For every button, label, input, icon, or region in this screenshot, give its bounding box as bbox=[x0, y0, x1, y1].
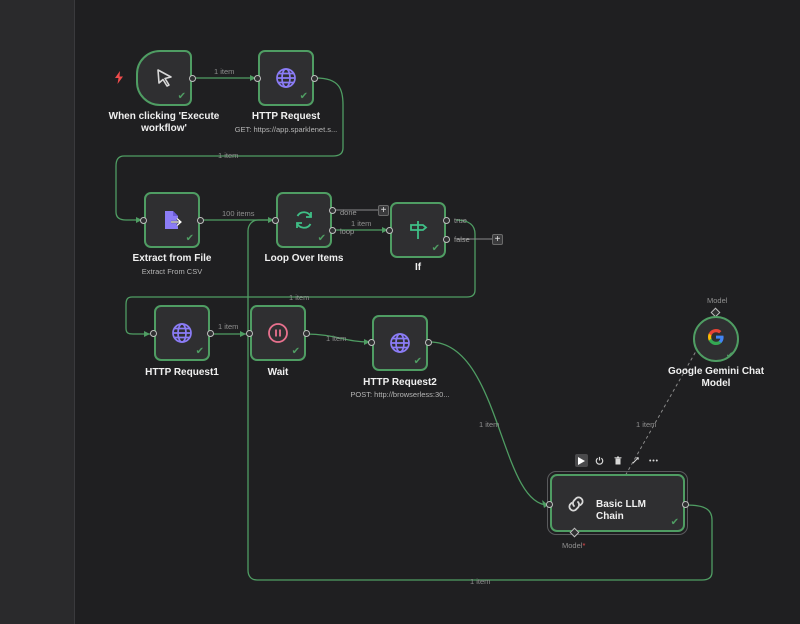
port-out[interactable] bbox=[189, 75, 196, 82]
edge-label: 1 item bbox=[218, 322, 239, 331]
port-label-model: Model bbox=[707, 296, 728, 305]
success-check-icon: ✔ bbox=[431, 243, 440, 254]
output-label-false: false bbox=[454, 235, 470, 244]
edge-label: 100 items bbox=[222, 209, 255, 218]
success-check-icon: ✔ bbox=[291, 346, 300, 357]
port-out[interactable] bbox=[682, 501, 689, 508]
node-subtitle: GET: https://app.sparklenet.s... bbox=[234, 125, 338, 134]
lightning-icon bbox=[114, 71, 124, 89]
port-out-loop[interactable] bbox=[329, 227, 336, 234]
node-title: HTTP Request1 bbox=[145, 367, 219, 378]
power-icon[interactable] bbox=[593, 454, 606, 467]
port-out[interactable] bbox=[197, 217, 204, 224]
edge-label: 1 item bbox=[289, 293, 310, 302]
node-if[interactable]: ✔ bbox=[390, 202, 446, 258]
node-title: Google Gemini Chat Model bbox=[667, 366, 765, 389]
sticky-note-icon[interactable] bbox=[629, 454, 642, 467]
port-in[interactable] bbox=[246, 330, 253, 337]
success-check-icon: ✔ bbox=[413, 356, 422, 367]
edge-label: 1 item bbox=[214, 67, 235, 76]
node-extract-from-file[interactable]: ✔ bbox=[144, 192, 200, 248]
port-in[interactable] bbox=[386, 227, 393, 234]
node-http-request1[interactable]: ✔ bbox=[154, 305, 210, 361]
port-out-true[interactable] bbox=[443, 217, 450, 224]
node-toolbar bbox=[575, 454, 660, 467]
node-basic-llm-chain[interactable]: Basic LLM Chain ✔ bbox=[550, 474, 685, 532]
success-check-icon: ✔ bbox=[726, 350, 734, 360]
success-check-icon: ✔ bbox=[299, 91, 308, 102]
node-title: Basic LLM Chain bbox=[596, 499, 647, 522]
google-logo-icon bbox=[706, 327, 726, 352]
output-label-true: true bbox=[454, 216, 467, 225]
link-icon bbox=[564, 492, 588, 521]
port-in[interactable] bbox=[150, 330, 157, 337]
node-title: Loop Over Items bbox=[264, 253, 344, 264]
output-label-loop: loop bbox=[340, 227, 355, 236]
edge-label: 1 item bbox=[218, 151, 239, 160]
node-title: When clicking 'Execute workflow' bbox=[108, 111, 220, 134]
port-in[interactable] bbox=[546, 501, 553, 508]
edge-label: 1 item bbox=[636, 420, 657, 429]
port-label-model: Model* bbox=[562, 541, 586, 550]
node-http-request2[interactable]: ✔ bbox=[372, 315, 428, 371]
trash-icon[interactable] bbox=[611, 454, 624, 467]
add-node-button[interactable]: + bbox=[378, 205, 389, 216]
port-out-done[interactable] bbox=[329, 207, 336, 214]
edge-label: 1 item bbox=[470, 577, 491, 586]
play-icon[interactable] bbox=[575, 454, 588, 467]
node-title: HTTP Request bbox=[251, 111, 321, 122]
port-in[interactable] bbox=[140, 217, 147, 224]
node-http-request[interactable]: ✔ bbox=[258, 50, 314, 106]
edge-label: 1 item bbox=[326, 334, 347, 343]
node-title: Wait bbox=[267, 367, 289, 378]
success-check-icon: ✔ bbox=[185, 233, 194, 244]
node-title: Extract from File bbox=[132, 253, 212, 264]
port-out-false[interactable] bbox=[443, 236, 450, 243]
success-check-icon: ✔ bbox=[670, 517, 679, 528]
node-title: If bbox=[414, 262, 422, 273]
node-loop-over-items[interactable]: ✔ bbox=[276, 192, 332, 248]
node-title: HTTP Request2 bbox=[363, 377, 437, 388]
success-check-icon: ✔ bbox=[317, 233, 326, 244]
more-icon[interactable] bbox=[647, 454, 660, 467]
port-out[interactable] bbox=[303, 330, 310, 337]
node-manual-trigger[interactable]: ✔ bbox=[136, 50, 192, 106]
port-in[interactable] bbox=[272, 217, 279, 224]
edge-label: 1 item bbox=[479, 420, 500, 429]
port-out[interactable] bbox=[207, 330, 214, 337]
node-wait[interactable]: ✔ bbox=[250, 305, 306, 361]
node-subtitle: Extract From CSV bbox=[141, 267, 203, 276]
port-out[interactable] bbox=[311, 75, 318, 82]
node-subtitle: POST: http://browserless:30... bbox=[350, 390, 450, 399]
port-in[interactable] bbox=[368, 339, 375, 346]
port-in[interactable] bbox=[254, 75, 261, 82]
success-check-icon: ✔ bbox=[195, 346, 204, 357]
add-node-button[interactable]: + bbox=[492, 234, 503, 245]
port-out[interactable] bbox=[425, 339, 432, 346]
output-label-done: done bbox=[340, 208, 357, 217]
success-check-icon: ✔ bbox=[177, 91, 186, 102]
